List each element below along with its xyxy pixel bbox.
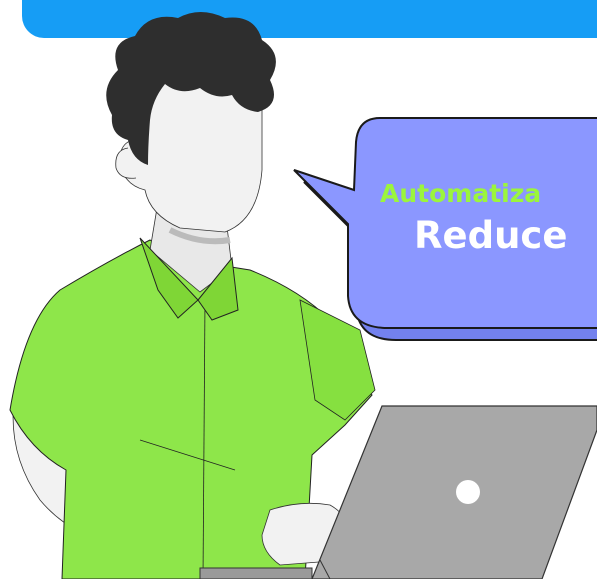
scene: Automatiza Reduce	[0, 0, 597, 579]
illustration	[9, 12, 597, 579]
speech-bubble	[293, 117, 597, 341]
person-illustration	[9, 12, 376, 579]
